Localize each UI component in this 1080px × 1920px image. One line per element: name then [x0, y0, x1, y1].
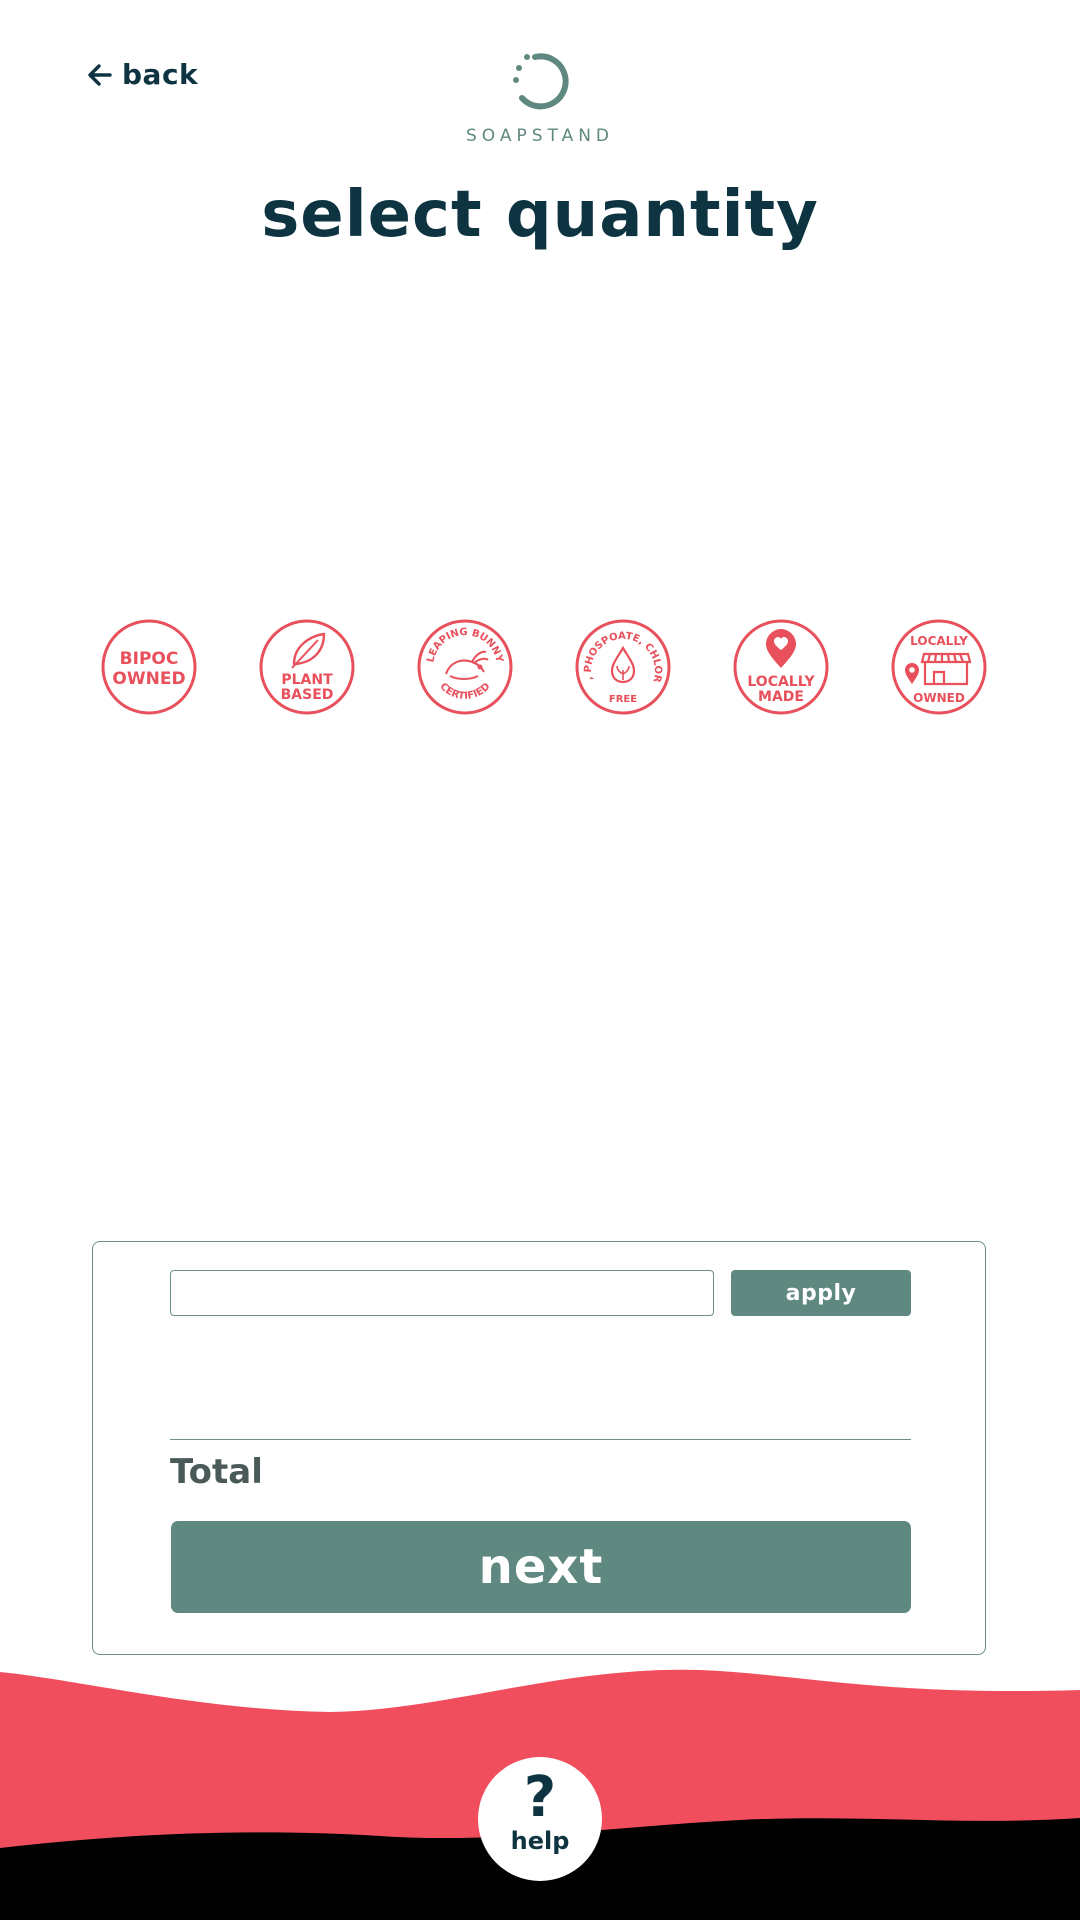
logo-mark-icon — [513, 53, 569, 110]
badge-locally-made: LOCALLY MADE — [732, 618, 830, 716]
help-button[interactable]: ? help — [478, 1757, 602, 1881]
badge-leaping-bunny: LEAPING BUNNY CERTIFIED — [416, 618, 514, 716]
badge-bipoc-owned: BIPOC OWNED — [100, 618, 198, 716]
logo-text: SOAPSTAND — [465, 126, 615, 146]
badge-locally-owned: LOCALLY OWNED — [890, 618, 988, 716]
question-mark-icon: ? — [523, 1765, 557, 1830]
badge-sls-free: SLS, PHOSPOATE, CHLORINE FREE — [574, 618, 672, 716]
checkout-card: apply Total next — [92, 1241, 986, 1655]
apply-button[interactable]: apply — [731, 1270, 911, 1316]
total-divider — [170, 1439, 911, 1440]
help-label: help — [510, 1827, 570, 1855]
badge-locally-owned-bottom: OWNED — [913, 691, 965, 705]
arrow-left-icon — [88, 63, 112, 86]
badge-plant-line2: BASED — [281, 687, 334, 703]
soapstand-logo: SOAPSTAND — [440, 48, 640, 158]
total-label: Total — [170, 1452, 263, 1492]
badge-locally-made-line2: MADE — [758, 689, 804, 705]
badge-locally-made-line1: LOCALLY — [747, 674, 815, 690]
select-quantity-page: back SOAPSTAND select quantity BIPOC OWN… — [0, 0, 1080, 1920]
badge-locally-owned-top: LOCALLY — [910, 634, 968, 648]
certification-badges: BIPOC OWNED PLANT BASED LEAPING BUNNY CE… — [100, 618, 990, 718]
back-button[interactable]: back — [86, 58, 198, 91]
badge-sls-bottom-text: FREE — [609, 694, 637, 705]
badge-bipoc-line2: OWNED — [112, 669, 185, 689]
back-label: back — [122, 58, 199, 91]
next-button[interactable]: next — [171, 1521, 911, 1613]
badge-plant-line1: PLANT — [281, 672, 333, 688]
badge-plant-based: PLANT BASED — [258, 618, 356, 716]
page-title: select quantity — [261, 178, 819, 252]
badge-bipoc-line1: BIPOC — [120, 649, 179, 669]
promo-code-input[interactable] — [170, 1270, 714, 1316]
